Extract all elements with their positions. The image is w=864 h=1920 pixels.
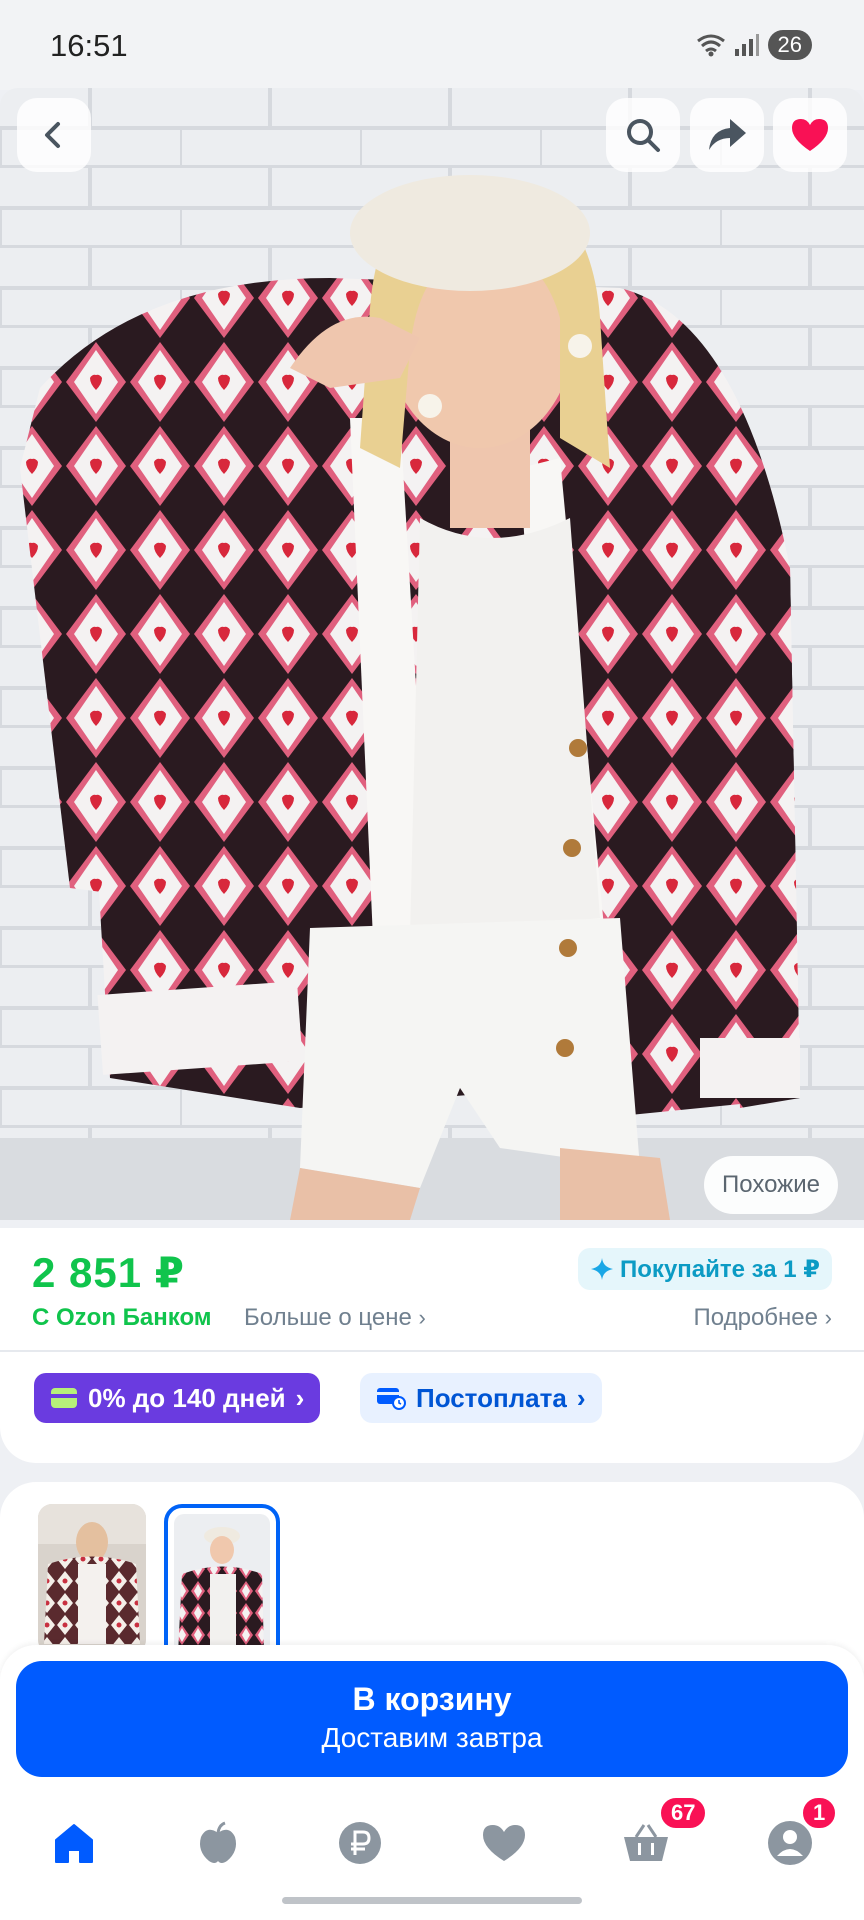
sparkle-icon [591, 1258, 614, 1280]
heart-icon [483, 1825, 525, 1861]
buy-for-one-ruble-badge[interactable]: Покупайте за 1 ₽ [578, 1248, 832, 1290]
nav-profile[interactable]: 1 [760, 1795, 839, 1873]
add-to-cart-label: В корзину [352, 1681, 512, 1717]
status-time: 16:51 [50, 28, 128, 63]
delivery-label: Доставим завтра [321, 1722, 543, 1753]
product-photo [0, 88, 864, 1220]
chevron-left-icon [45, 122, 60, 148]
card-icon [51, 1388, 77, 1408]
postpay-pill[interactable]: Постоплата › [360, 1373, 602, 1423]
signal-icon [734, 34, 759, 56]
share-button[interactable] [690, 98, 764, 172]
product-image-gallery[interactable]: Похожие [0, 88, 864, 1220]
ruble-icon [339, 1822, 381, 1864]
favorite-button[interactable] [773, 98, 847, 172]
thumbnail-2-selected[interactable] [164, 1504, 280, 1664]
details-link[interactable]: Подробнее › [694, 1304, 832, 1332]
more-about-price-label: Больше о цене [244, 1304, 412, 1331]
postpay-label: Постоплата [416, 1382, 567, 1413]
add-to-cart-button[interactable]: В корзину Доставим завтра [16, 1661, 848, 1777]
search-button[interactable] [606, 98, 680, 172]
battery-indicator: 26 [767, 30, 812, 60]
chevron-right-icon: › [576, 1382, 586, 1413]
nav-home[interactable] [44, 1813, 104, 1873]
divider [0, 1350, 864, 1352]
thumbnail-image [174, 1514, 270, 1654]
wifi-icon [696, 34, 725, 57]
nav-cart[interactable]: 67 [616, 1795, 709, 1873]
installment-label: 0% до 140 дней [88, 1382, 286, 1413]
ozon-bank-label[interactable]: С Ozon Банком [32, 1304, 212, 1332]
chevron-right-icon: › [824, 1305, 832, 1330]
back-button[interactable] [17, 98, 91, 172]
add-to-cart-bar: В корзину Доставим завтра [0, 1645, 864, 1785]
price-card: 2 851 ₽ С Ozon Банком Больше о цене › По… [0, 1228, 864, 1463]
details-label: Подробнее [693, 1304, 818, 1331]
nav-favorites[interactable] [474, 1813, 534, 1873]
home-indicator [282, 1897, 582, 1904]
bottom-navigation: 67 1 [0, 1785, 864, 1920]
home-icon [55, 1824, 93, 1863]
product-price: 2 851 ₽ [32, 1249, 185, 1296]
cart-count-badge: 67 [658, 1795, 709, 1831]
similar-label: Похожие [722, 1171, 820, 1198]
chevron-right-icon: › [418, 1305, 426, 1330]
thumbnail-image [38, 1504, 146, 1654]
status-bar: 16:51 26 [0, 0, 864, 90]
buy-for-one-label: Покупайте за 1 ₽ [620, 1255, 820, 1283]
share-icon [709, 119, 746, 150]
similar-products-button[interactable]: Похожие [704, 1156, 838, 1214]
installment-pill[interactable]: 0% до 140 дней › [34, 1373, 321, 1423]
nav-finance[interactable] [330, 1813, 390, 1873]
system-icons: 26 [696, 30, 812, 60]
chevron-right-icon: › [295, 1382, 305, 1413]
search-icon [627, 119, 660, 152]
nav-fresh[interactable] [188, 1813, 248, 1873]
more-about-price-link[interactable]: Больше о цене › [244, 1304, 426, 1332]
heart-filled-icon [792, 119, 828, 151]
basket-icon [624, 1824, 668, 1861]
apple-icon [200, 1821, 236, 1863]
thumbnail-1[interactable] [38, 1504, 146, 1654]
profile-notification-badge: 1 [800, 1795, 839, 1831]
card-clock-icon [377, 1388, 406, 1410]
